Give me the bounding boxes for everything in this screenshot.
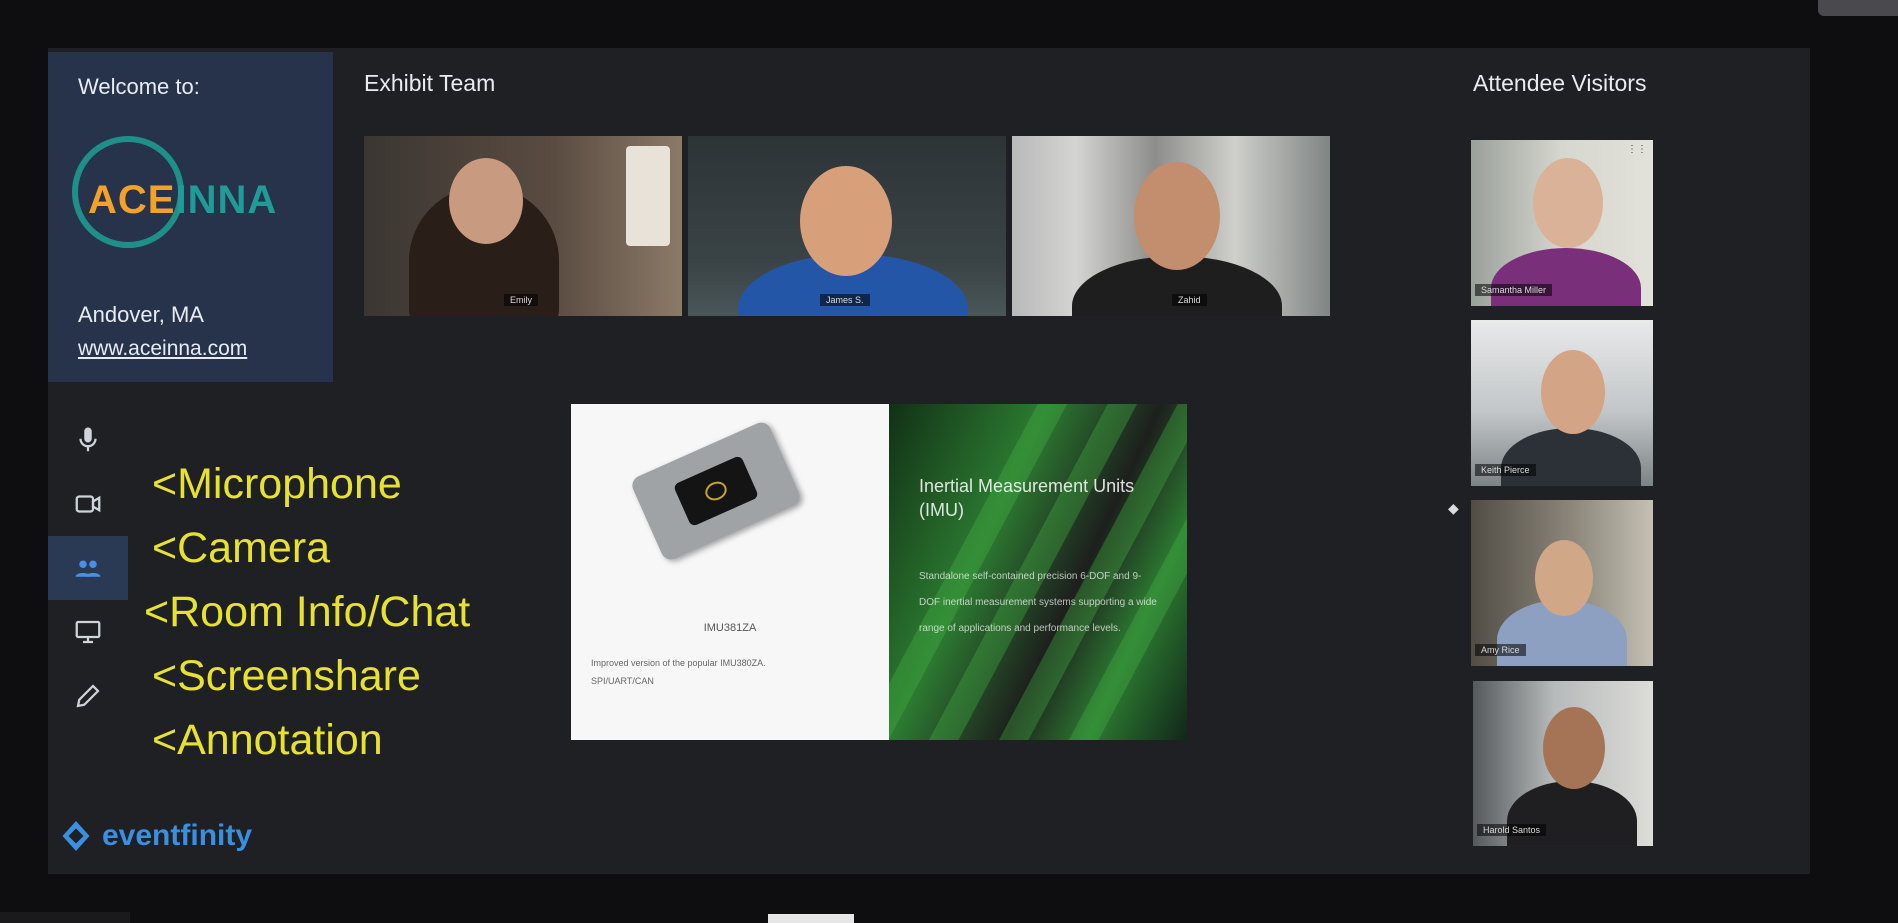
mouse-pointer-icon: ◆: [1448, 500, 1459, 516]
window-control-strip: [1818, 0, 1898, 16]
eventfinity-logo-icon: [62, 821, 90, 851]
microphone-button[interactable]: [48, 408, 128, 472]
slide-body-text: Standalone self-contained precision 6-DO…: [919, 571, 1157, 634]
participant-name-tag: Zahid: [1172, 294, 1207, 306]
participant-name-tag: Keith Pierce: [1475, 464, 1536, 476]
microphone-hint: <Microphone: [152, 460, 402, 508]
exhibit-video-tile[interactable]: James S.: [688, 136, 1006, 316]
participant-name-tag: Emily: [504, 294, 538, 306]
exhibitor-website-link[interactable]: www.aceinna.com: [78, 337, 247, 361]
welcome-panel: Welcome to: ACEINNA Andover, MA www.acei…: [48, 52, 333, 382]
slide-description: Improved version of the popular IMU380ZA…: [591, 658, 766, 686]
slide-product-panel: IMU381ZA Improved version of the popular…: [571, 404, 889, 740]
eventfinity-brand[interactable]: eventfinity: [58, 816, 252, 856]
imu-device-image: [629, 419, 803, 563]
participant-name-tag: Samantha Miller: [1475, 284, 1553, 296]
participant-name-tag: Amy Rice: [1475, 644, 1526, 656]
attendee-video-tile[interactable]: ⋮⋮ Samantha Miller: [1471, 140, 1653, 306]
attendee-video-tile[interactable]: Keith Pierce: [1471, 320, 1653, 486]
room-info-chat-button[interactable]: [48, 536, 128, 600]
eventfinity-brand-text: eventfinity: [102, 819, 253, 852]
participant-name-tag: James S.: [820, 294, 870, 306]
exhibit-team-title: Exhibit Team: [364, 70, 496, 96]
pencil-icon: [76, 684, 100, 708]
taskbar-fragment: [0, 912, 130, 923]
exhibit-video-tile[interactable]: Zahid: [1012, 136, 1330, 316]
slide-heading: Inertial Measurement Units (IMU): [919, 476, 1135, 520]
welcome-title: Welcome to:: [78, 74, 200, 99]
annotation-hint: <Annotation: [152, 716, 383, 764]
meeting-toolbar: [48, 408, 128, 808]
room-info-chat-hint: <Room Info/Chat: [144, 588, 471, 636]
attendee-video-tile[interactable]: Amy Rice: [1471, 500, 1653, 666]
virtual-booth-window: Welcome to: ACEINNA Andover, MA www.acei…: [48, 48, 1810, 874]
screenshare-hint: <Screenshare: [152, 652, 421, 700]
people-icon: [75, 560, 101, 577]
camera-hint: <Camera: [152, 524, 331, 572]
tile-options-icon[interactable]: ⋮⋮: [1627, 144, 1647, 155]
annotation-button[interactable]: [48, 664, 128, 728]
slide-model-name: IMU381ZA: [703, 622, 757, 634]
logo-text: ACEINNA: [88, 178, 278, 222]
shared-screen-slide: IMU381ZA Improved version of the popular…: [571, 404, 1187, 740]
attendee-visitors-title: Attendee Visitors: [1473, 70, 1647, 96]
slide-text-panel: Inertial Measurement Units (IMU) Standal…: [889, 404, 1187, 740]
camera-icon: [75, 495, 101, 513]
monitor-icon: [75, 620, 101, 644]
aceinna-logo[interactable]: ACEINNA: [72, 130, 317, 258]
exhibitor-location: Andover, MA: [78, 302, 204, 327]
exhibit-video-tile[interactable]: Emily: [364, 136, 682, 316]
bottom-label-marker: [768, 914, 854, 923]
screenshare-button[interactable]: [48, 600, 128, 664]
microphone-icon: [79, 427, 97, 452]
camera-button[interactable]: [48, 472, 128, 536]
attendee-video-tile[interactable]: Harold Santos: [1473, 681, 1653, 846]
participant-name-tag: Harold Santos: [1477, 824, 1547, 836]
